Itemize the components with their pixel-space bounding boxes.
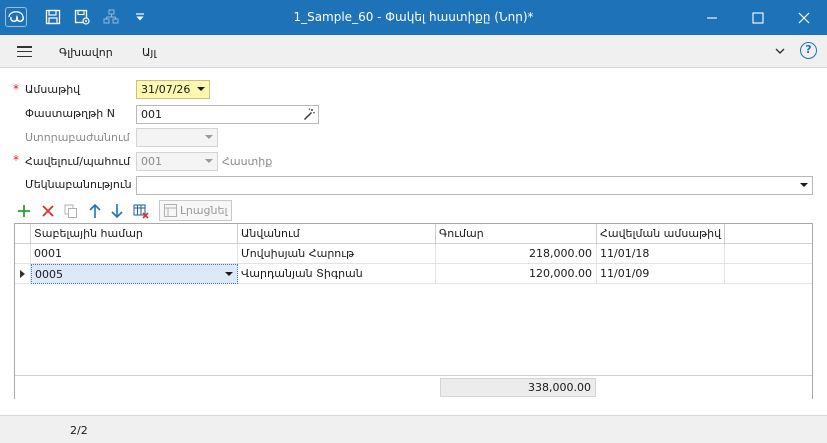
menu-bar: Գլխավոր Այլ ? [0, 35, 827, 68]
status-bar: 2/2 [0, 415, 827, 443]
tab-no-value: 0005 [35, 268, 63, 281]
subdivision-field [136, 128, 218, 147]
current-row-icon [20, 270, 25, 278]
move-down-icon[interactable] [108, 202, 126, 220]
approval-suffix: Հաստիք [222, 155, 273, 168]
grid-header: Տաբելային համար Անվանում Գումար Հավելման… [15, 224, 812, 244]
subdivision-label: Ստորաբաժանում [25, 131, 130, 144]
approval-value: 001 [141, 155, 162, 168]
doc-number-label: Փաստաթղթի N [25, 107, 115, 120]
add-icon[interactable] [15, 202, 33, 220]
menu-item-other[interactable]: Այլ [142, 46, 156, 59]
doc-number-value: 001 [141, 108, 162, 121]
table-row[interactable]: 0001 Մովսիսյան Հարութ 218,000.00 11/01/1… [15, 244, 812, 264]
magic-wand-icon[interactable] [303, 108, 315, 126]
date-value: 31/07/26 [141, 83, 191, 96]
chevron-down-icon [205, 135, 213, 139]
name-cell[interactable]: Վարդանյան Տիգրան [238, 264, 436, 284]
chevron-down-icon[interactable] [774, 46, 786, 56]
amount-total: 338,000.00 [440, 378, 596, 397]
maximize-icon[interactable] [735, 0, 781, 35]
required-marker: * [13, 153, 19, 167]
row-indicator-header [15, 224, 31, 244]
required-marker: * [13, 82, 19, 96]
date-cell[interactable]: 11/01/09 [597, 264, 725, 284]
comment-field[interactable] [136, 176, 813, 195]
employees-grid: Տաբելային համար Անվանում Գումար Հավելման… [14, 223, 813, 399]
date-label: Ամսաթիվ [25, 83, 81, 96]
tab-no-cell[interactable]: 0005 [31, 264, 238, 284]
column-header-date[interactable]: Հավելման ամսաթիվ [597, 224, 725, 244]
grid-fill-icon [164, 204, 177, 223]
minimize-icon[interactable] [689, 0, 735, 35]
doc-number-field[interactable]: 001 [136, 105, 319, 124]
table-row[interactable]: 0005 Վարդանյան Տիգրան 120,000.00 11/01/0… [15, 264, 812, 284]
chevron-down-icon[interactable] [197, 87, 205, 91]
name-cell[interactable]: Մովսիսյան Հարութ [238, 244, 436, 264]
approval-label: Հավելում/պահում [25, 155, 131, 168]
menu-item-main[interactable]: Գլխավոր [59, 46, 113, 59]
approval-field: 001 [136, 152, 218, 171]
record-position: 2/2 [70, 424, 88, 437]
hamburger-menu-icon[interactable] [17, 46, 32, 58]
date-field[interactable]: 31/07/26 [136, 80, 210, 99]
delete-icon[interactable] [39, 202, 57, 220]
move-up-icon[interactable] [86, 202, 104, 220]
row-indicator-cell [15, 264, 31, 284]
column-header-amount[interactable]: Գումար [436, 224, 597, 244]
grid-footer: 338,000.00 [15, 375, 812, 399]
close-icon[interactable] [781, 0, 827, 35]
refresh-button[interactable]: Լրացնել [159, 200, 232, 221]
copy-icon[interactable] [62, 202, 80, 220]
amount-cell[interactable]: 218,000.00 [436, 244, 597, 264]
refresh-button-label: Լրացնել [180, 204, 228, 217]
chevron-down-icon[interactable] [800, 183, 808, 187]
amount-cell[interactable]: 120,000.00 [436, 264, 597, 284]
row-indicator-cell [15, 244, 31, 264]
tab-no-cell[interactable]: 0001 [31, 244, 238, 264]
date-cell[interactable]: 11/01/18 [597, 244, 725, 264]
chevron-down-icon [205, 159, 213, 163]
chevron-down-icon[interactable] [225, 272, 233, 276]
column-header-tab-no[interactable]: Տաբելային համար [31, 224, 238, 244]
clear-table-icon[interactable] [132, 202, 150, 220]
column-header-name[interactable]: Անվանում [238, 224, 436, 244]
title-bar: 1_Sample_60 - Փակել հաստիքը (Նոր)* [0, 0, 827, 35]
comment-label: Մեկնաբանություն [25, 178, 132, 191]
help-icon[interactable]: ? [800, 42, 817, 59]
